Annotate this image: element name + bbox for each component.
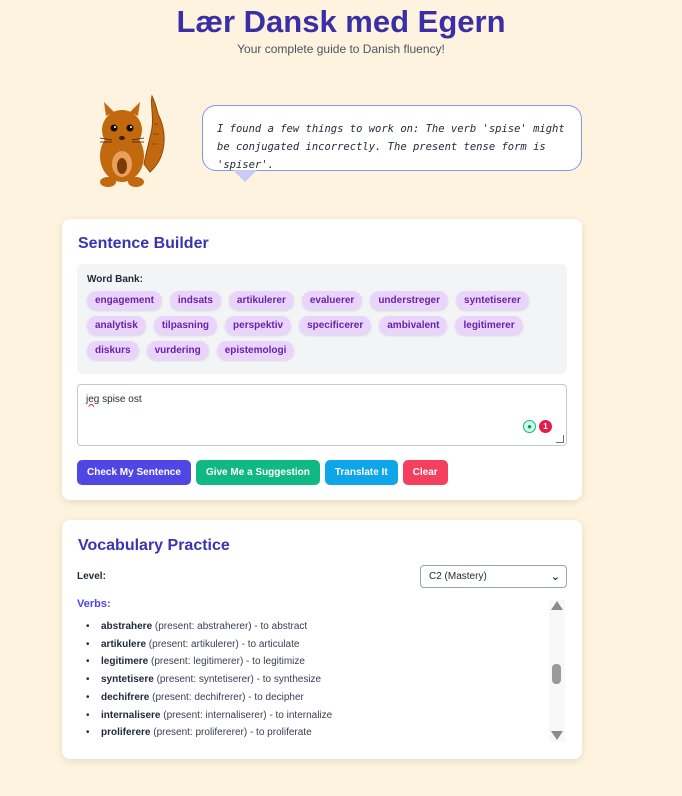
resize-handle-icon[interactable] xyxy=(556,435,564,443)
sentence-actions: Check My Sentence Give Me a Suggestion T… xyxy=(77,460,448,485)
verb-word: proliferere xyxy=(101,727,151,739)
verb-word: internalisere xyxy=(101,709,161,721)
clear-button[interactable]: Clear xyxy=(402,460,448,485)
page-title: Lær Dansk med Egern xyxy=(176,4,506,39)
word-chip[interactable]: ambivalent xyxy=(379,316,448,335)
word-chip[interactable]: epistemologi xyxy=(216,341,295,360)
word-chip[interactable]: syntetiserer xyxy=(456,291,529,310)
list-item: artikulere (present: artikulerer) - to a… xyxy=(86,636,536,654)
check-sentence-button[interactable]: Check My Sentence xyxy=(77,460,191,485)
word-bank-label: Word Bank: xyxy=(87,274,143,285)
verb-word: abstrahere xyxy=(101,621,153,632)
verb-list: abstrahere (present: abstraherer) - to a… xyxy=(86,618,536,742)
word-chip[interactable]: analytisk xyxy=(87,316,146,335)
verb-detail: (present: prolifererer) - to proliferate xyxy=(150,727,312,739)
misspelled-word[interactable]: jeg xyxy=(86,394,99,405)
word-chip[interactable]: artikulerer xyxy=(228,291,294,310)
speech-bubble: I found a few things to work on: The ver… xyxy=(202,105,582,171)
input-extension-icons: ● 1 xyxy=(523,420,552,433)
verb-detail: (present: abstraherer) - to abstract xyxy=(152,621,308,632)
suggestion-button[interactable]: Give Me a Suggestion xyxy=(195,460,320,485)
verb-detail: (present: syntetiserer) - to synthesize xyxy=(153,674,322,686)
word-bank: Word Bank: engagement indsats artikulere… xyxy=(77,264,567,374)
word-chip[interactable]: legitimerer xyxy=(455,316,523,335)
level-label: Level: xyxy=(77,571,106,582)
verbs-heading: Verbs: xyxy=(77,598,111,610)
vocabulary-card: Vocabulary Practice Level: C2 (Mastery) … xyxy=(62,520,582,759)
translate-button[interactable]: Translate It xyxy=(324,460,398,485)
verb-word: artikulere xyxy=(101,638,147,650)
scroll-thumb[interactable] xyxy=(552,664,561,684)
verb-list-scrollbar[interactable] xyxy=(549,600,565,742)
sentence-input-text: spise ost xyxy=(99,394,142,405)
scroll-up-arrow-icon[interactable] xyxy=(551,601,563,610)
verb-detail: (present: artikulerer) - to articulate xyxy=(146,638,300,650)
page-subtitle: Your complete guide to Danish fluency! xyxy=(237,42,445,56)
sentence-builder-card: Sentence Builder Word Bank: engagement i… xyxy=(62,219,582,500)
list-item: dechifrere (present: dechifrerer) - to d… xyxy=(86,689,536,707)
sentence-input[interactable]: jeg spise ost ● 1 xyxy=(77,384,567,446)
list-item: abstrahere (present: abstraherer) - to a… xyxy=(86,618,536,636)
verb-word: legitimere xyxy=(101,656,149,668)
squirrel-icon xyxy=(99,94,165,187)
verb-detail: (present: dechifrerer) - to decipher xyxy=(149,691,304,703)
word-chip[interactable]: tilpasning xyxy=(153,316,218,335)
error-count-badge[interactable]: 1 xyxy=(539,420,552,433)
word-chip[interactable]: evaluerer xyxy=(301,291,363,310)
vocabulary-title: Vocabulary Practice xyxy=(78,537,230,554)
list-item: proliferere (present: prolifererer) - to… xyxy=(86,724,536,742)
word-chip[interactable]: perspektiv xyxy=(225,316,292,335)
word-chip[interactable]: specificerer xyxy=(299,316,372,335)
verb-detail: (present: internaliserer) - to internali… xyxy=(160,709,333,721)
verb-word: syntetisere xyxy=(101,674,154,686)
word-chip[interactable]: indsats xyxy=(169,291,221,310)
verb-word: dechifrere xyxy=(101,691,150,703)
word-chip[interactable]: diskurs xyxy=(87,341,139,360)
sentence-builder-title: Sentence Builder xyxy=(78,235,209,252)
list-item: legitimere (present: legitimerer) - to l… xyxy=(86,653,536,671)
level-select[interactable]: C2 (Mastery) ⌄ xyxy=(420,565,567,588)
scroll-down-arrow-icon[interactable] xyxy=(551,731,563,740)
word-bank-chips: engagement indsats artikulerer evaluerer… xyxy=(87,291,557,360)
word-chip[interactable]: vurdering xyxy=(146,341,209,360)
chevron-down-icon: ⌄ xyxy=(550,571,560,583)
list-item: internalisere (present: internaliserer) … xyxy=(86,707,536,725)
word-chip[interactable]: engagement xyxy=(87,291,162,310)
level-selected-value: C2 (Mastery) xyxy=(429,571,487,582)
verb-detail: (present: legitimerer) - to legitimize xyxy=(148,656,305,668)
speech-bubble-tail xyxy=(233,170,257,182)
word-chip[interactable]: understreger xyxy=(370,291,449,310)
list-item: syntetisere (present: syntetiserer) - to… xyxy=(86,671,536,689)
grammar-checker-icon[interactable]: ● xyxy=(523,420,536,433)
